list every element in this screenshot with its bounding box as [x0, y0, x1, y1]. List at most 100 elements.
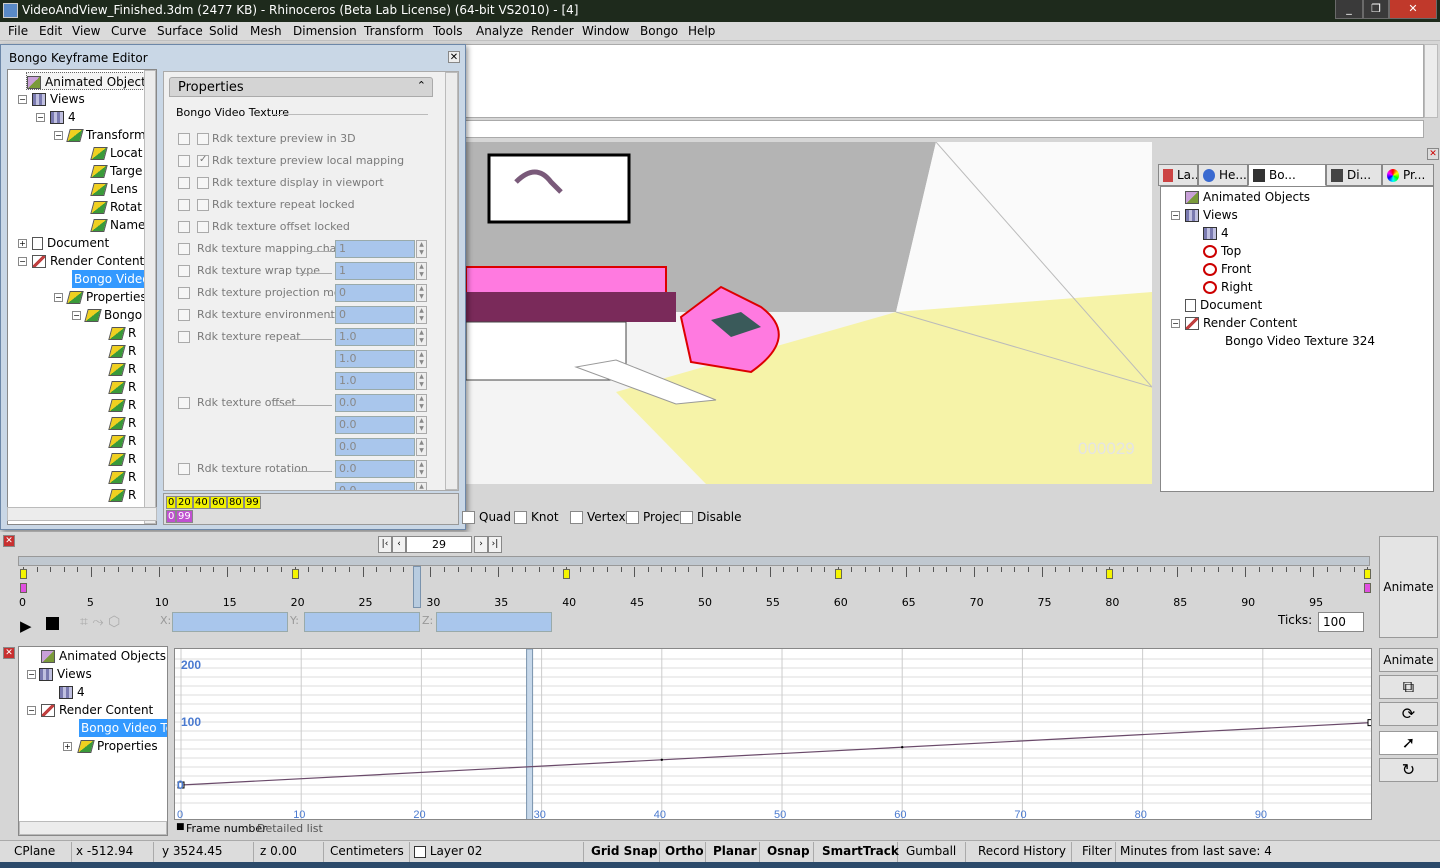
menu-analyze[interactable]: Analyze — [476, 24, 523, 38]
keyframe-marker[interactable] — [20, 583, 27, 593]
osnap-checkbox[interactable] — [680, 511, 693, 524]
tree-node[interactable]: R — [108, 432, 136, 450]
row-checkbox[interactable] — [178, 177, 190, 189]
tab-layers[interactable]: La... — [1158, 164, 1198, 186]
row-checkbox[interactable] — [178, 397, 190, 409]
tree-node[interactable]: Properties — [77, 737, 158, 755]
tab-display[interactable]: Di... — [1326, 164, 1382, 186]
move-keys-icon[interactable]: ⧉ — [1379, 675, 1438, 699]
z-value-field[interactable] — [436, 612, 552, 632]
tree-node[interactable]: Name — [90, 216, 145, 234]
spinner-arrows-icon[interactable]: ▲▼ — [416, 350, 427, 368]
tree-node[interactable]: Document — [32, 234, 109, 252]
graph-tree-hscrollbar[interactable] — [19, 821, 167, 835]
property-value-field[interactable]: 0.0 — [335, 460, 415, 478]
tree-node[interactable]: Bongo Video Texture 324 — [1225, 332, 1375, 350]
osnap-option[interactable]: Disable — [680, 510, 742, 524]
spinner-arrows-icon[interactable]: ▲▼ — [416, 394, 427, 412]
osnap-option[interactable]: Project — [626, 510, 684, 524]
select-cursor-icon[interactable]: ➚ — [1379, 731, 1438, 755]
animation-panel-close-icon[interactable]: ✕ — [3, 535, 15, 547]
tree-node[interactable]: Render Content — [41, 701, 153, 719]
keyframe-marker[interactable]: 99 — [176, 510, 193, 523]
row-checkbox[interactable] — [178, 463, 190, 475]
grid-snap-toggle[interactable]: Grid Snap — [584, 842, 660, 862]
property-value-field[interactable]: 0.0 — [335, 394, 415, 412]
value-checkbox[interactable] — [197, 154, 209, 167]
keyframe-marker[interactable]: 20 — [176, 496, 193, 509]
tab-frame-number[interactable]: Frame number — [186, 822, 267, 835]
property-checkbox-row[interactable]: Rdk texture display in viewport — [164, 174, 444, 194]
planar-toggle[interactable]: Planar — [706, 842, 760, 862]
collapse-icon[interactable]: − — [1171, 319, 1180, 328]
bongo-tree[interactable]: Animated Objects − Views 4 Top Front Rig… — [1160, 186, 1434, 492]
command-history-scrollbar[interactable] — [1424, 44, 1438, 118]
record-history-toggle[interactable]: Record History — [966, 842, 1072, 862]
tree-node[interactable]: Animated Objects — [26, 72, 156, 90]
tree-node[interactable]: R — [108, 378, 136, 396]
tree-node[interactable]: R — [108, 414, 136, 432]
tree-node[interactable]: Transform — [66, 126, 146, 144]
minimize-button[interactable]: _ — [1335, 0, 1363, 19]
tree-node[interactable]: R — [108, 468, 136, 486]
osnap-option[interactable]: Knot — [514, 510, 559, 524]
value-checkbox[interactable] — [197, 177, 209, 189]
row-checkbox[interactable] — [178, 199, 190, 211]
x-value-field[interactable] — [172, 612, 288, 632]
menu-solid[interactable]: Solid — [209, 24, 238, 38]
keyframe-marker[interactable] — [563, 569, 571, 579]
keyframe-marker[interactable] — [834, 569, 842, 579]
curve-edit-icon[interactable]: ↻ — [1379, 758, 1438, 782]
spinner-arrows-icon[interactable]: ▲▼ — [416, 416, 427, 434]
tree-node[interactable]: Front — [1203, 260, 1251, 278]
expand-icon[interactable]: + — [18, 239, 27, 248]
collapse-icon[interactable]: − — [36, 113, 45, 122]
keyframe-marker[interactable] — [20, 569, 27, 579]
keyframe-marker[interactable]: 0 — [166, 510, 177, 523]
last-frame-button[interactable]: ›| — [488, 536, 502, 553]
spinner-arrows-icon[interactable]: ▲▼ — [416, 262, 427, 280]
prev-frame-button[interactable]: ‹ — [392, 536, 406, 553]
first-frame-button[interactable]: |‹ — [378, 536, 392, 553]
osnap-checkbox[interactable] — [462, 511, 475, 524]
keyframe-marker[interactable] — [1364, 583, 1372, 593]
tree-node[interactable]: Targe — [90, 162, 142, 180]
properties-header[interactable]: Properties ⌃ — [169, 77, 433, 97]
curve-key-point[interactable] — [1367, 719, 1372, 727]
tree-node[interactable]: 4 — [1203, 224, 1229, 242]
property-value-field[interactable]: 0.0 — [335, 416, 415, 434]
osnap-checkbox[interactable] — [514, 511, 527, 524]
osnap-checkbox[interactable] — [626, 511, 639, 524]
row-checkbox[interactable] — [178, 243, 190, 255]
keyframe-timeline[interactable]: 0 20 40 60 80 99 0 99 — [163, 493, 459, 525]
spinner-arrows-icon[interactable]: ▲▼ — [416, 328, 427, 346]
osnap-option[interactable]: Quad — [462, 510, 511, 524]
tab-properties[interactable]: Pr... — [1382, 164, 1434, 186]
ticks-input[interactable]: 100 — [1318, 612, 1364, 632]
osnap-option[interactable]: Vertex — [570, 510, 626, 524]
keyframe-marker[interactable]: 99 — [244, 496, 261, 509]
spinner-arrows-icon[interactable]: ▲▼ — [416, 240, 427, 258]
curve-key-point[interactable] — [901, 746, 904, 749]
tab-detailed-list[interactable]: Detailed list — [257, 822, 323, 835]
value-checkbox[interactable] — [197, 133, 209, 145]
property-checkbox-row[interactable]: Rdk texture offset locked — [164, 218, 444, 238]
tree-node-selected[interactable]: Bongo Video — [72, 270, 152, 288]
tree-node[interactable]: Rotat — [90, 198, 142, 216]
keyframe-marker[interactable]: 0 — [166, 496, 177, 509]
tree-node[interactable]: Top — [1203, 242, 1241, 260]
row-checkbox[interactable] — [178, 309, 190, 321]
layer-indicator[interactable]: Layer 02 — [410, 842, 584, 862]
tree-node[interactable]: Lens — [90, 180, 138, 198]
value-checkbox[interactable] — [197, 199, 209, 211]
panel-close-icon[interactable]: ✕ — [1427, 148, 1439, 160]
collapse-icon[interactable]: − — [54, 131, 63, 140]
menu-file[interactable]: File — [8, 24, 28, 38]
collapse-icon[interactable]: − — [1171, 211, 1180, 220]
keyframe-marker[interactable] — [1364, 569, 1372, 579]
collapse-icon[interactable]: − — [18, 257, 27, 266]
tree-node[interactable]: Views — [39, 665, 92, 683]
tree-node[interactable]: Views — [32, 90, 85, 108]
menu-render[interactable]: Render — [531, 24, 574, 38]
timeline-slider-thumb[interactable] — [413, 566, 421, 608]
